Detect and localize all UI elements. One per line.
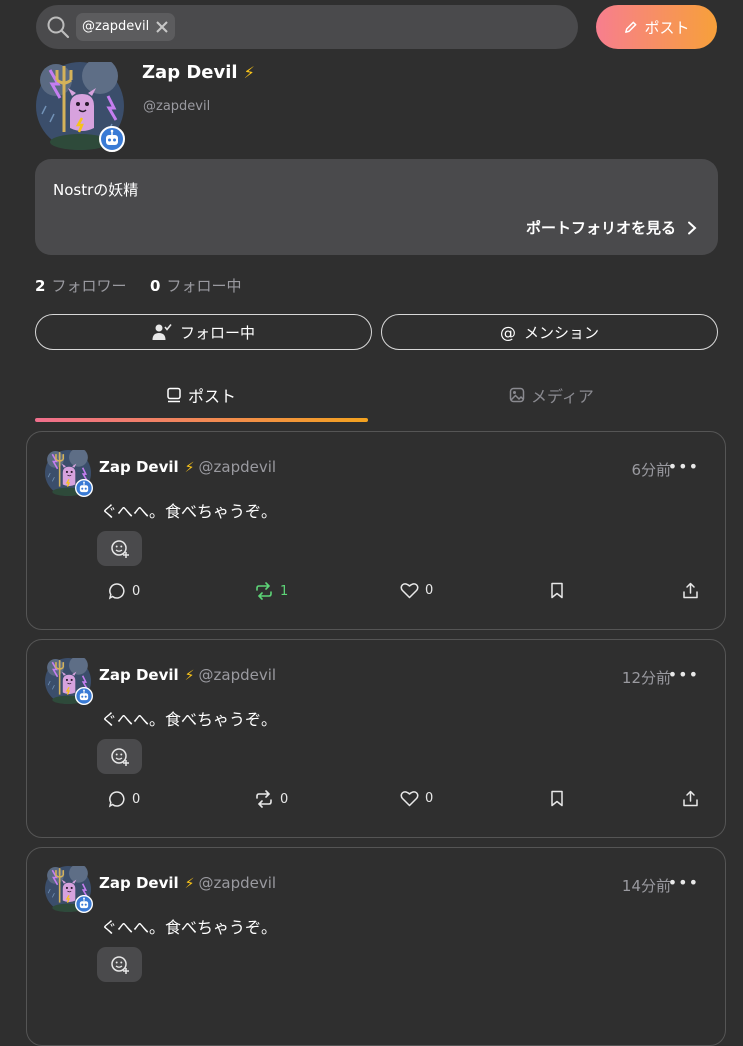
like-button[interactable]: 0 (400, 790, 433, 807)
post-author[interactable]: Zap Devil ⚡ @zapdevil (99, 458, 276, 476)
posts-tab-icon (167, 387, 181, 403)
post-text: ぐへへ。食べちゃうぞ。 (101, 710, 278, 729)
profile-handle: @zapdevil (143, 99, 211, 114)
reply-count: 0 (132, 583, 141, 599)
like-count: 0 (425, 583, 434, 598)
tab-posts[interactable]: ポスト (166, 383, 236, 407)
tab-media-label: メディア (531, 387, 594, 406)
repost-button[interactable]: 1 (254, 582, 288, 600)
search-icon (47, 16, 70, 39)
repost-button[interactable]: 0 (254, 790, 288, 808)
post-author-handle: @zapdevil (198, 666, 277, 684)
reply-count: 0 (132, 791, 141, 807)
bookmark-icon (551, 790, 563, 807)
share-icon (683, 582, 698, 599)
image-icon (509, 387, 525, 403)
post-time[interactable]: 6分前 (631, 459, 671, 480)
search-chip-label: @zapdevil (82, 19, 150, 34)
add-reaction-button[interactable] (97, 531, 142, 566)
more-icon[interactable]: ••• (668, 665, 699, 684)
followers-count: 2 (35, 277, 46, 295)
add-reaction-button[interactable] (97, 947, 142, 982)
compose-post-label: ポスト (644, 18, 690, 37)
emoji-add-icon (110, 539, 129, 558)
reply-button[interactable]: 0 (108, 790, 140, 808)
at-icon: @ (499, 322, 516, 342)
following-count: 0 (150, 277, 161, 295)
bot-badge-icon (75, 687, 93, 705)
like-button[interactable]: 0 (400, 582, 433, 599)
post-card[interactable]: Zap Devil ⚡ @zapdevil 14分前 ••• ぐへへ。食べちゃうぞ。 (26, 847, 726, 1046)
profile-bio-card: Nostrの妖精 ポートフォリオを見る (35, 159, 718, 255)
more-icon[interactable]: ••• (668, 457, 699, 476)
post-author[interactable]: Zap Devil ⚡ @zapdevil (99, 666, 276, 684)
repost-count: 1 (280, 583, 289, 599)
post-time[interactable]: 12分前 (622, 667, 671, 688)
following-button[interactable]: フォロー中 (35, 314, 372, 350)
following-label: フォロー中 (166, 277, 242, 295)
portfolio-link[interactable]: ポートフォリオを見る (526, 217, 698, 238)
profile-bio-text: Nostrの妖精 (53, 181, 139, 199)
post-text: ぐへへ。食べちゃうぞ。 (101, 502, 278, 521)
post-author-name: Zap Devil (99, 874, 179, 892)
emoji-add-icon (110, 747, 129, 766)
bookmark-button[interactable] (550, 790, 564, 807)
emoji-add-icon (110, 955, 129, 974)
repost-count: 0 (280, 791, 289, 807)
share-button[interactable] (682, 790, 699, 807)
mention-button-label: メンション (523, 323, 599, 342)
compose-post-button[interactable]: ポスト (596, 5, 717, 49)
chevron-right-icon (688, 221, 697, 234)
bookmark-button[interactable] (550, 582, 564, 599)
tab-media[interactable]: メディア (509, 383, 594, 407)
post-author-handle: @zapdevil (198, 874, 277, 892)
post-author-name: Zap Devil (99, 458, 179, 476)
profile-name: Zap Devil ⚡ (142, 62, 255, 83)
bot-badge-icon (75, 895, 93, 913)
profile-name-text: Zap Devil (142, 62, 238, 83)
more-icon[interactable]: ••• (668, 873, 699, 892)
search-bar[interactable]: @zapdevil (36, 5, 578, 49)
share-icon (683, 790, 698, 807)
portfolio-link-label: ポートフォリオを見る (525, 219, 676, 237)
bot-badge-icon (75, 479, 93, 497)
repost-icon (256, 582, 272, 600)
mention-button[interactable]: @ メンション (381, 314, 718, 350)
post-author[interactable]: Zap Devil ⚡ @zapdevil (99, 874, 276, 892)
search-chip[interactable]: @zapdevil (76, 13, 176, 41)
reply-icon (108, 791, 125, 808)
lightning-icon: ⚡ (184, 876, 195, 892)
lightning-icon: ⚡ (243, 63, 255, 82)
post-card[interactable]: Zap Devil ⚡ @zapdevil 6分前 ••• ぐへへ。食べちゃうぞ。 … (26, 431, 726, 630)
follow-stats: 2 フォロワー 0 フォロー中 (35, 275, 241, 296)
post-time[interactable]: 14分前 (622, 875, 671, 896)
post-author-handle: @zapdevil (198, 458, 277, 476)
lightning-icon: ⚡ (184, 668, 195, 684)
bookmark-icon (551, 582, 563, 599)
post-text: ぐへへ。食べちゃうぞ。 (101, 918, 278, 937)
heart-icon (400, 791, 419, 807)
close-icon[interactable] (155, 20, 169, 34)
heart-icon (400, 583, 419, 599)
user-check-icon (152, 324, 172, 340)
following-stat[interactable]: 0 フォロー中 (150, 277, 241, 295)
repost-icon (256, 790, 272, 808)
share-button[interactable] (682, 582, 699, 599)
post-card[interactable]: Zap Devil ⚡ @zapdevil 12分前 ••• ぐへへ。食べちゃうぞ。… (26, 639, 726, 838)
followers-stat[interactable]: 2 フォロワー (35, 277, 126, 295)
post-author-name: Zap Devil (99, 666, 179, 684)
active-tab-indicator (35, 418, 368, 422)
add-reaction-button[interactable] (97, 739, 142, 774)
following-button-label: フォロー中 (179, 323, 255, 342)
bot-badge-icon (99, 126, 125, 152)
reply-icon (108, 583, 125, 600)
lightning-icon: ⚡ (184, 460, 195, 476)
followers-label: フォロワー (51, 277, 127, 295)
reply-button[interactable]: 0 (108, 582, 140, 600)
pencil-icon (625, 21, 637, 33)
like-count: 0 (425, 791, 434, 806)
tab-posts-label: ポスト (188, 387, 237, 406)
